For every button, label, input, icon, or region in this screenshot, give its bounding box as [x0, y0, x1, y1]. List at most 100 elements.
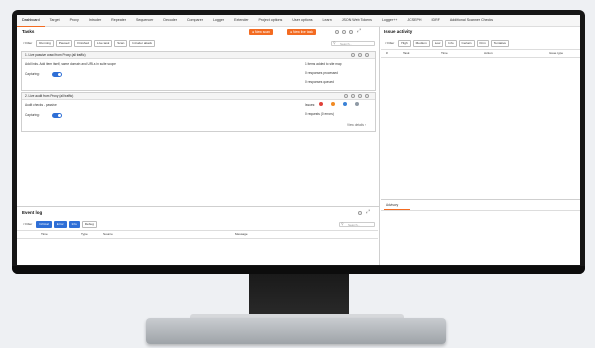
- tab-project-options[interactable]: Project options: [254, 15, 288, 26]
- issue-activity-title: Issue activity: [384, 29, 413, 34]
- stat-requests: 0 requests (0 errors): [305, 112, 334, 116]
- issue-dot-high: [319, 102, 324, 107]
- expand-icon[interactable]: [365, 53, 369, 57]
- task-description: Audit checks - passive: [25, 103, 57, 107]
- tab-additional-scanner-checks[interactable]: Additional Scanner Checks: [445, 15, 498, 26]
- new-scan-label: New scan: [255, 30, 270, 34]
- tab-comparer[interactable]: Comparer: [182, 15, 208, 26]
- settings-icon[interactable]: [342, 30, 346, 34]
- tab-dashboard[interactable]: Dashboard: [17, 15, 45, 27]
- capturing-toggle[interactable]: [52, 113, 62, 118]
- filter-low[interactable]: Low: [431, 40, 444, 47]
- filter-debug[interactable]: Debug: [81, 221, 97, 228]
- stat-items-added: 1 items added to site map: [305, 62, 342, 66]
- expand-icon[interactable]: ⤢: [366, 209, 370, 215]
- filter-info[interactable]: Info: [445, 40, 457, 47]
- new-live-task-button[interactable]: ● New live task: [287, 29, 316, 35]
- tab-jcseph[interactable]: JCSEPH: [402, 15, 426, 26]
- task-card-title: 1. Live passive crawl from Proxy (all tr…: [22, 52, 375, 59]
- issue-col-time[interactable]: Time: [441, 51, 448, 55]
- pane-divider-vertical[interactable]: [379, 27, 380, 265]
- filter-live-task[interactable]: Live task: [94, 40, 113, 47]
- expand-icon[interactable]: ⤢: [357, 28, 361, 34]
- tab-json-web-tokens[interactable]: JSON Web Tokens: [337, 15, 377, 26]
- settings-icon[interactable]: [351, 94, 355, 98]
- settings-icon[interactable]: [358, 211, 362, 215]
- filter-high[interactable]: High: [398, 40, 411, 47]
- tab-decoder[interactable]: Decoder: [158, 15, 182, 26]
- filter-scan[interactable]: Scan: [114, 40, 128, 47]
- tab-intruder[interactable]: Intruder: [84, 15, 106, 26]
- event-col-source[interactable]: Source: [103, 232, 113, 236]
- filter-paused[interactable]: Paused: [55, 40, 73, 47]
- event-log-title: Event log: [22, 210, 43, 215]
- event-table-header-bottom: [17, 238, 378, 239]
- tab-logger[interactable]: Logger: [208, 15, 229, 26]
- capturing-label: Capturing:: [25, 113, 40, 117]
- event-log-pane: Event log ⤢ ▿ Filter Critical Error Info…: [17, 208, 378, 265]
- event-col-message[interactable]: Message: [235, 232, 248, 236]
- info-icon[interactable]: [349, 30, 353, 34]
- filter-intruder-attack[interactable]: Intruder attack: [129, 40, 156, 47]
- pause-icon[interactable]: [351, 53, 355, 57]
- tab-idrf[interactable]: IDRF: [427, 15, 445, 26]
- search-icon: ⚲: [333, 41, 336, 45]
- tasks-title: Tasks: [22, 29, 35, 34]
- event-filter-label[interactable]: ▿ Filter: [21, 222, 35, 227]
- filter-certain[interactable]: Certain: [458, 40, 475, 47]
- issue-table-header-bottom: [381, 57, 580, 58]
- advisory-header-bottom: [381, 210, 580, 211]
- tab-learn[interactable]: Learn: [318, 15, 337, 26]
- tab-extender[interactable]: Extender: [229, 15, 253, 26]
- event-search-input[interactable]: Search...: [339, 222, 375, 227]
- new-scan-button[interactable]: ● New scan: [249, 29, 273, 35]
- help-icon[interactable]: [335, 30, 339, 34]
- filter-running[interactable]: Running: [36, 40, 54, 47]
- pause-icon[interactable]: [344, 94, 348, 98]
- event-col-type[interactable]: Type: [81, 232, 88, 236]
- monitor-frame: Dashboard Target Proxy Intruder Repeater…: [12, 10, 585, 274]
- event-filter-text: Filter: [25, 222, 33, 226]
- tab-logger-plus[interactable]: Logger++: [377, 15, 402, 26]
- advisory-tab[interactable]: Advisory: [384, 202, 410, 210]
- tasks-filter-label[interactable]: ▿ Filter: [21, 41, 35, 46]
- capturing-toggle[interactable]: [52, 72, 62, 77]
- issue-table-header-top: [381, 49, 580, 50]
- delete-icon[interactable]: [358, 53, 362, 57]
- issue-filter-label[interactable]: ▿ Filter: [383, 41, 397, 46]
- tasks-pane: Tasks ● New scan ● New live task ⤢ ▿ Fil…: [17, 27, 378, 205]
- issue-col-task[interactable]: Task: [403, 51, 409, 55]
- monitor-bezel-bottom: [12, 266, 585, 274]
- filter-tentative[interactable]: Tentative: [490, 40, 510, 47]
- issue-dot-low: [343, 102, 348, 107]
- task-card-live-audit[interactable]: 2. Live audit from Proxy (all traffic) A…: [21, 92, 376, 132]
- advisory-divider[interactable]: [381, 199, 580, 200]
- event-col-time[interactable]: Time: [41, 232, 48, 236]
- filter-info[interactable]: Info: [68, 221, 80, 228]
- event-filter-bar: ▿ Filter Critical Error Info Debug: [21, 221, 97, 228]
- issue-col-issue-type[interactable]: Issue type: [549, 51, 563, 55]
- tasks-filter-text: Filter: [25, 41, 33, 45]
- tab-repeater[interactable]: Repeater: [106, 15, 131, 26]
- expand-icon[interactable]: [365, 94, 369, 98]
- delete-icon[interactable]: [358, 94, 362, 98]
- tab-user-options[interactable]: User options: [287, 15, 317, 26]
- tab-target[interactable]: Target: [45, 15, 65, 26]
- filter-firm[interactable]: Firm: [476, 40, 489, 47]
- issue-dot-info: [355, 102, 360, 107]
- filter-error[interactable]: Error: [53, 221, 67, 228]
- pane-divider-horizontal[interactable]: [17, 206, 379, 207]
- tab-proxy[interactable]: Proxy: [65, 15, 84, 26]
- filter-medium[interactable]: Medium: [412, 40, 430, 47]
- tab-sequencer[interactable]: Sequencer: [131, 15, 158, 26]
- tasks-search-input[interactable]: Search...: [331, 41, 375, 46]
- event-table-header-top: [17, 230, 378, 231]
- issue-col-number[interactable]: #: [386, 51, 388, 55]
- filter-critical[interactable]: Critical: [36, 221, 52, 228]
- stat-responses-queued: 0 responses queued: [305, 80, 334, 84]
- issue-col-action[interactable]: Action: [484, 51, 493, 55]
- view-details-link[interactable]: View details ›: [347, 123, 366, 127]
- issue-filter-bar: ▿ Filter High Medium Low Info Certain Fi…: [383, 40, 510, 47]
- task-card-passive-crawl[interactable]: 1. Live passive crawl from Proxy (all tr…: [21, 51, 376, 91]
- filter-finished[interactable]: Finished: [74, 40, 93, 47]
